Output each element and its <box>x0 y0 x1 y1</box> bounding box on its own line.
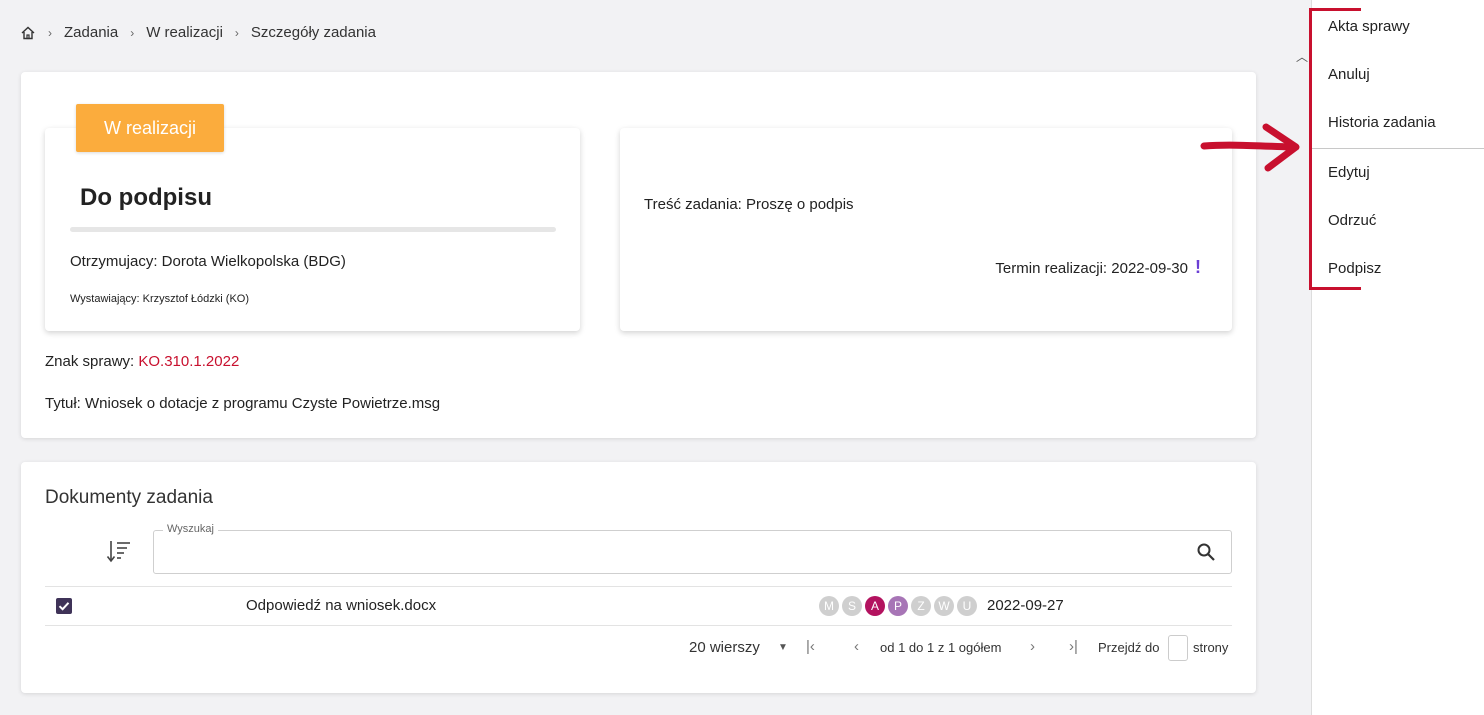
pages-label: strony <box>1193 640 1229 655</box>
sort-icon[interactable] <box>106 538 132 566</box>
chevron-right-icon: › <box>48 25 52 40</box>
case-sign-label: Znak sprawy: <box>45 353 139 370</box>
task-title: Do podpisu <box>80 184 212 211</box>
flag-a: A <box>865 596 885 616</box>
goto-page-input[interactable] <box>1168 635 1188 661</box>
chevron-right-icon: › <box>234 25 239 40</box>
highlight-box <box>1309 8 1361 290</box>
flag-p: P <box>888 596 908 616</box>
next-page-icon[interactable]: › <box>1030 638 1035 655</box>
task-content-card <box>620 128 1232 331</box>
search-icon[interactable] <box>1196 542 1216 562</box>
documents-title: Dokumenty zadania <box>45 487 213 508</box>
chevron-up-icon[interactable]: ︿ <box>1296 48 1308 65</box>
case-sign-link[interactable]: KO.310.1.2022 <box>138 353 239 370</box>
flag-w: W <box>934 596 954 616</box>
breadcrumb-item-in-progress[interactable]: W realizacji <box>146 24 223 41</box>
document-flags: M S A P Z W U <box>819 596 977 616</box>
progress-bar <box>70 227 556 232</box>
flag-m: M <box>819 596 839 616</box>
recipient-text: Otrzymujacy: Dorota Wielkopolska (BDG) <box>70 253 346 270</box>
first-page-icon[interactable]: |‹ <box>806 638 815 655</box>
task-content-text: Treść zadania: Proszę o podpis <box>644 196 854 213</box>
case-sign: Znak sprawy: KO.310.1.2022 <box>45 353 239 370</box>
case-title: Tytuł: Wniosek o dotacje z programu Czys… <box>45 395 441 412</box>
divider <box>45 586 1232 587</box>
arrow-right-icon <box>1200 123 1300 172</box>
deadline-text: Termin realizacji: 2022-09-30 <box>995 260 1188 277</box>
divider <box>45 625 1232 626</box>
issuer-text: Wystawiający: Krzysztof Łódzki (KO) <box>70 293 249 305</box>
goto-label: Przejdź do <box>1098 640 1160 655</box>
home-icon[interactable] <box>20 25 36 41</box>
breadcrumb: › Zadania › W realizacji › Szczegóły zad… <box>20 24 376 41</box>
search-label: Wyszukaj <box>163 523 218 535</box>
breadcrumb-item-task-details: Szczegóły zadania <box>250 24 376 41</box>
exclamation-icon: ! <box>1195 257 1201 277</box>
flag-u: U <box>957 596 977 616</box>
last-page-icon[interactable]: ›| <box>1069 638 1078 655</box>
row-checkbox[interactable] <box>56 598 72 614</box>
flag-z: Z <box>911 596 931 616</box>
rows-per-page-select[interactable]: 20 wierszy <box>689 639 760 656</box>
search-input[interactable] <box>153 530 1232 574</box>
document-date: 2022-09-27 <box>987 597 1064 614</box>
document-name-link[interactable]: Odpowiedź na wniosek.docx <box>246 597 436 614</box>
breadcrumb-item-tasks[interactable]: Zadania <box>64 24 118 41</box>
flag-s: S <box>842 596 862 616</box>
caret-down-icon[interactable]: ▼ <box>778 642 788 653</box>
chevron-right-icon: › <box>130 25 135 40</box>
prev-page-icon[interactable]: ‹ <box>854 638 859 655</box>
status-badge: W realizacji <box>76 104 224 152</box>
page-range-text: od 1 do 1 z 1 ogółem <box>880 640 1002 655</box>
